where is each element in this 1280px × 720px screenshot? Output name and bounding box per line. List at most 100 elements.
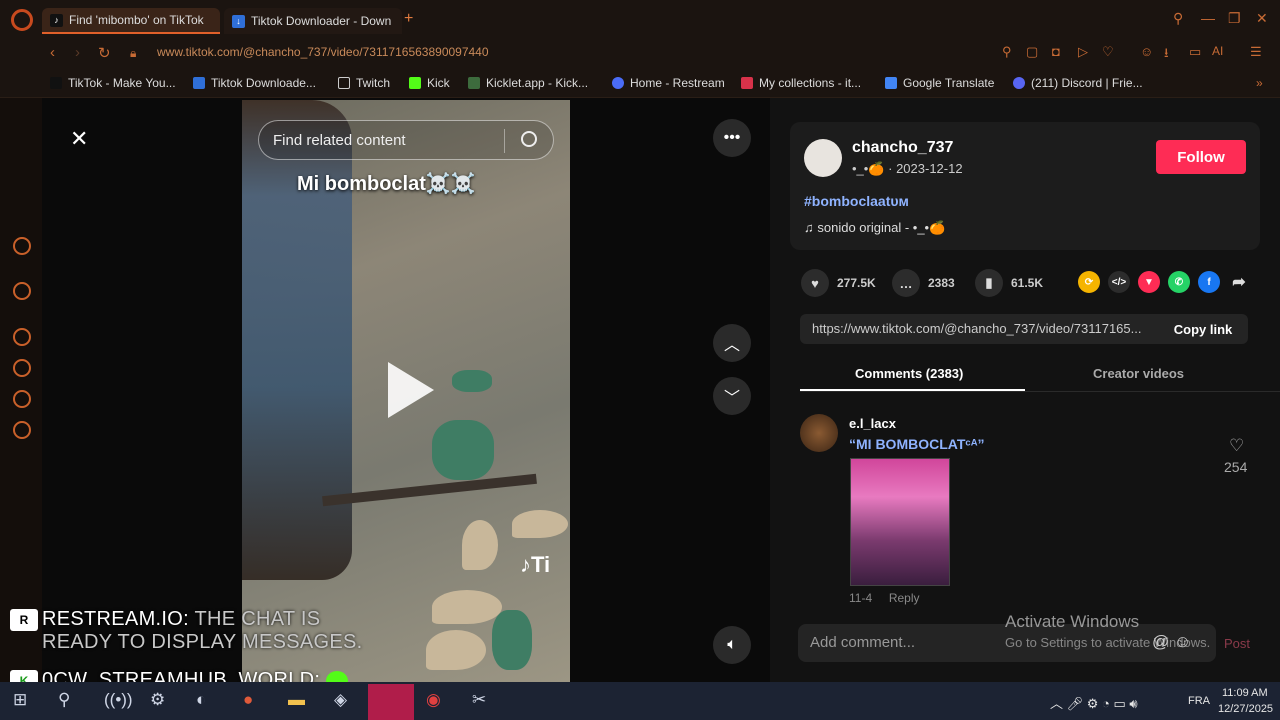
lock-icon[interactable]: 🔒︎ [130, 46, 136, 61]
windows-start-icon[interactable]: ⊞ [13, 690, 27, 710]
heart-icon[interactable]: ♡ [1102, 44, 1114, 60]
tab-creator-videos[interactable]: Creator videos [1093, 366, 1184, 381]
mention-icon[interactable]: @ [1152, 632, 1169, 651]
clock-time[interactable]: 11:09 AM [1222, 687, 1268, 699]
bookmark-label: Twitch [356, 76, 391, 90]
language-indicator[interactable]: FRA [1188, 695, 1210, 707]
settings-icon[interactable]: ⚙ [150, 690, 165, 710]
emoji-icon[interactable]: ☺ [1174, 632, 1191, 651]
app-icon[interactable]: ◐ [196, 690, 206, 710]
extensions-icon[interactable] [13, 390, 31, 408]
bookmark-restream[interactable]: Home - Restream [612, 76, 725, 90]
comment-action[interactable]: … 2383 [892, 269, 955, 297]
hashtag-link[interactable]: #bomboclaatᴜᴍ [804, 193, 909, 209]
share-icon[interactable]: ➦ [1228, 271, 1250, 293]
commenter-username[interactable]: e.l_lacx [849, 416, 896, 431]
sound-link[interactable]: ♫ sonido original - •_•🍊 [804, 220, 945, 236]
new-tab-icon[interactable]: + [404, 10, 413, 28]
bookmark-twitch[interactable]: Twitch [338, 76, 390, 90]
chatgpt-icon[interactable] [13, 282, 31, 300]
repost-icon[interactable]: ⟳ [1078, 271, 1100, 293]
post-button[interactable]: Post [1224, 636, 1250, 651]
copy-link-button[interactable]: Copy link [1158, 314, 1248, 344]
whatsapp-icon[interactable]: ✆ [1168, 271, 1190, 293]
pocket-icon[interactable]: ◘ [1052, 44, 1060, 59]
history-icon[interactable] [13, 359, 31, 377]
tab-tiktok-downloader[interactable]: ↓ Tiktok Downloader - Down [224, 8, 402, 34]
find-related-search[interactable]: Find related content [258, 120, 554, 160]
url-field[interactable]: www.tiktok.com/@chancho_737/video/731171… [157, 45, 489, 59]
facebook-icon[interactable]: f [1198, 271, 1220, 293]
embed-icon[interactable]: </> [1108, 271, 1130, 293]
play-icon[interactable] [388, 362, 434, 418]
tab-tiktok-search[interactable]: ♪ Find 'mibombo' on TikTok [42, 8, 220, 34]
reply-link[interactable]: Reply [889, 591, 920, 605]
player-icon[interactable] [13, 328, 31, 346]
bookmark-discord[interactable]: (211) Discord | Frie... [1013, 76, 1143, 90]
file-explorer-icon[interactable]: ▬ [288, 690, 305, 710]
previous-video-icon[interactable]: ︿ [713, 324, 751, 362]
search-tabs-icon[interactable]: ⚲ [1173, 10, 1183, 27]
opera-logo-icon[interactable] [11, 9, 33, 31]
search-icon[interactable] [521, 131, 537, 147]
pin-icon[interactable]: ⚲ [1002, 44, 1012, 60]
clock-date[interactable]: 12/27/2025 [1218, 703, 1273, 715]
commenter-avatar[interactable] [800, 414, 838, 452]
snapshot-icon[interactable]: ▢ [1026, 44, 1038, 60]
maximize-icon[interactable]: ❐ [1228, 10, 1241, 27]
capcut-icon[interactable]: ✂ [472, 690, 486, 710]
download-icon[interactable]: ⭳ [1164, 44, 1169, 66]
bookmark-google-translate[interactable]: Google Translate [885, 76, 994, 90]
bookmark-kicklet[interactable]: Kicklet.app - Kick... [468, 76, 588, 90]
play-icon[interactable]: ▷ [1078, 44, 1088, 60]
menu-icon[interactable]: ☰ [1250, 44, 1262, 60]
bookmark-tiktok-downloader[interactable]: Tiktok Downloade... [193, 76, 316, 90]
download-icon: ↓ [232, 14, 245, 28]
next-video-icon[interactable]: ﹀ [713, 377, 751, 415]
minimize-icon[interactable]: — [1201, 10, 1215, 26]
video-link-field[interactable]: https://www.tiktok.com/@chancho_737/vide… [800, 314, 1158, 344]
close-icon[interactable]: ✕ [70, 126, 88, 152]
reload-icon[interactable]: ↻ [98, 44, 111, 62]
gamepad-icon[interactable]: ◈ [334, 690, 347, 710]
opera-gx-icon[interactable]: ◉ [426, 690, 441, 710]
chat-message: THE CHAT IS [194, 608, 321, 630]
tiktok-icon [50, 77, 62, 89]
broadcast-icon[interactable]: ((•)) [104, 690, 133, 710]
volume-icon[interactable]: 🔈︎ [713, 626, 751, 664]
video-leaf [426, 630, 486, 670]
kick-icon [409, 77, 421, 89]
profile-icon[interactable]: ☺ [1140, 44, 1153, 59]
bookmark-kick[interactable]: Kick [409, 76, 450, 90]
comment-like-count: 254 [1224, 459, 1248, 475]
close-window-icon[interactable]: ✕ [1256, 10, 1268, 27]
like-action[interactable]: ♥ 277.5K [801, 269, 876, 297]
tab-label: Tiktok Downloader - Down [251, 14, 392, 28]
bookmark-collections[interactable]: My collections - it... [741, 76, 861, 90]
heart-icon: ♥ [801, 269, 829, 297]
back-icon[interactable]: ‹ [50, 44, 55, 61]
ai-icon[interactable]: AI [1212, 44, 1223, 58]
avatar[interactable] [804, 139, 842, 177]
bookmark-label: Kick [427, 76, 450, 90]
aria-icon[interactable] [13, 237, 31, 255]
tab-comments[interactable]: Comments (2383) [855, 366, 963, 381]
forward-icon[interactable]: › [75, 44, 80, 61]
more-options-icon[interactable]: ••• [713, 119, 751, 157]
microphone-icon[interactable]: ● [243, 690, 253, 710]
comment-count: 2383 [928, 276, 955, 290]
follow-button[interactable]: Follow [1156, 140, 1246, 174]
battery-saver-icon[interactable]: ▭ [1189, 44, 1201, 60]
taskbar-active-app[interactable] [368, 684, 414, 720]
mention-emoji-icons[interactable]: @ ☺ [1152, 632, 1191, 652]
comment-like-icon[interactable]: ♡ [1229, 436, 1244, 456]
bookmarks-more-icon[interactable]: » [1256, 76, 1263, 90]
settings-icon[interactable] [13, 421, 31, 439]
save-action[interactable]: ▮ 61.5K [975, 269, 1043, 297]
tray-icons[interactable]: ︿ 🎤︎ ⚙ ◔ ▭ 🔊︎ [1050, 693, 1138, 712]
search-icon[interactable]: ⚲ [58, 690, 70, 710]
bookmark-tiktok[interactable]: TikTok - Make You... [50, 76, 176, 90]
author-username[interactable]: chancho_737 [852, 139, 953, 157]
comment-icon: … [892, 269, 920, 297]
send-icon[interactable]: ▼ [1138, 271, 1160, 293]
